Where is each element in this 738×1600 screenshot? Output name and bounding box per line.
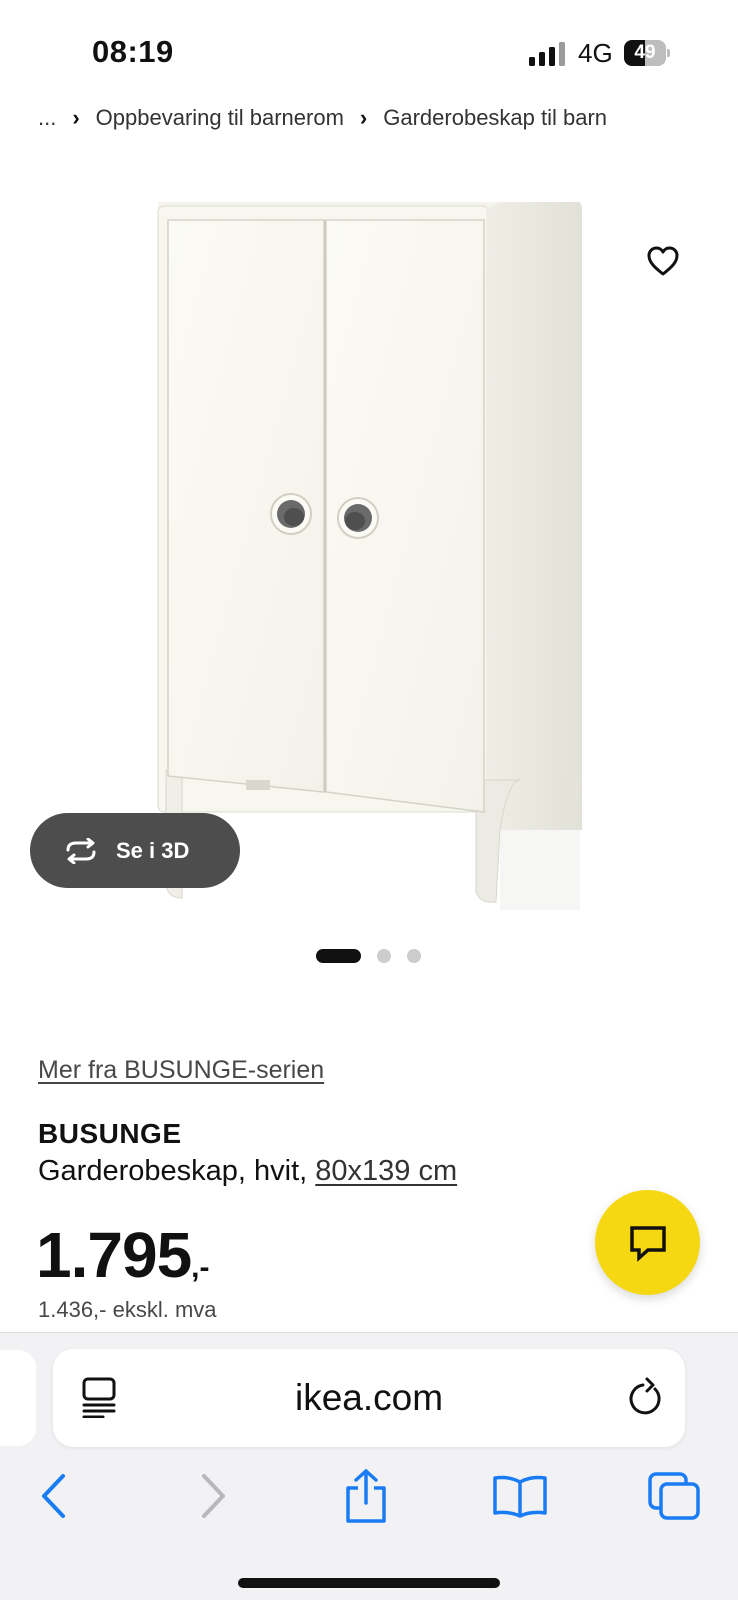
product-price: 1.795,- [36, 1218, 209, 1292]
wardrobe-illustration [157, 202, 582, 910]
breadcrumb-ellipsis[interactable]: ... [38, 105, 56, 131]
favorite-button[interactable] [628, 226, 698, 296]
carousel-dot[interactable] [377, 949, 391, 963]
battery-percent: 49 [634, 42, 656, 63]
bookmarks-icon [493, 1475, 547, 1518]
product-type: Garderobeskap, hvit, [38, 1155, 308, 1187]
home-indicator[interactable] [238, 1578, 500, 1588]
breadcrumb-item-storage[interactable]: Oppbevaring til barnerom [96, 105, 344, 131]
carousel-indicator[interactable] [316, 948, 421, 964]
carousel-dot[interactable] [407, 949, 421, 963]
url-text[interactable]: ikea.com [53, 1349, 685, 1447]
address-bar[interactable]: ikea.com [53, 1349, 685, 1447]
chat-icon [629, 1225, 666, 1262]
signal-icon [529, 42, 567, 66]
share-icon [346, 1469, 386, 1523]
share-button[interactable] [334, 1466, 398, 1526]
price-suffix: ,- [191, 1251, 210, 1284]
reload-icon[interactable] [625, 1375, 665, 1419]
chat-button[interactable] [595, 1190, 700, 1295]
view-3d-button[interactable]: Se i 3D [30, 813, 240, 888]
network-label: 4G [578, 38, 613, 68]
chevron-right-icon: › [72, 105, 80, 130]
forward-button[interactable] [181, 1466, 245, 1526]
dimensions-link[interactable]: 80x139 cm [315, 1155, 457, 1187]
breadcrumb: ... › Oppbevaring til barnerom › Gardero… [38, 102, 607, 134]
product-description: Garderobeskap, hvit, 80x139 cm [38, 1155, 457, 1188]
forward-icon [202, 1474, 225, 1518]
series-link[interactable]: Mer fra BUSUNGE-serien [38, 1056, 324, 1085]
product-image[interactable] [0, 180, 738, 920]
tabs-button[interactable] [642, 1466, 706, 1526]
tabs-icon [648, 1472, 700, 1520]
breadcrumb-item-wardrobes[interactable]: Garderobeskap til barn [383, 105, 607, 131]
previous-tab-preview[interactable] [0, 1350, 36, 1446]
price-ex-vat: 1.436,- ekskl. mva [38, 1297, 217, 1322]
view-3d-label: Se i 3D [116, 837, 190, 863]
carousel-dot[interactable] [316, 949, 361, 963]
status-time: 08:19 [92, 34, 174, 69]
bookmarks-button[interactable] [488, 1466, 552, 1526]
heart-icon [647, 246, 679, 276]
chevron-right-icon: › [359, 105, 368, 130]
price-value: 1.795 [36, 1219, 192, 1291]
back-button[interactable] [22, 1466, 86, 1526]
battery-icon: 49 [624, 40, 670, 66]
back-icon [42, 1474, 65, 1518]
rotate-3d-icon [66, 837, 96, 864]
product-name: BUSUNGE [38, 1118, 182, 1149]
